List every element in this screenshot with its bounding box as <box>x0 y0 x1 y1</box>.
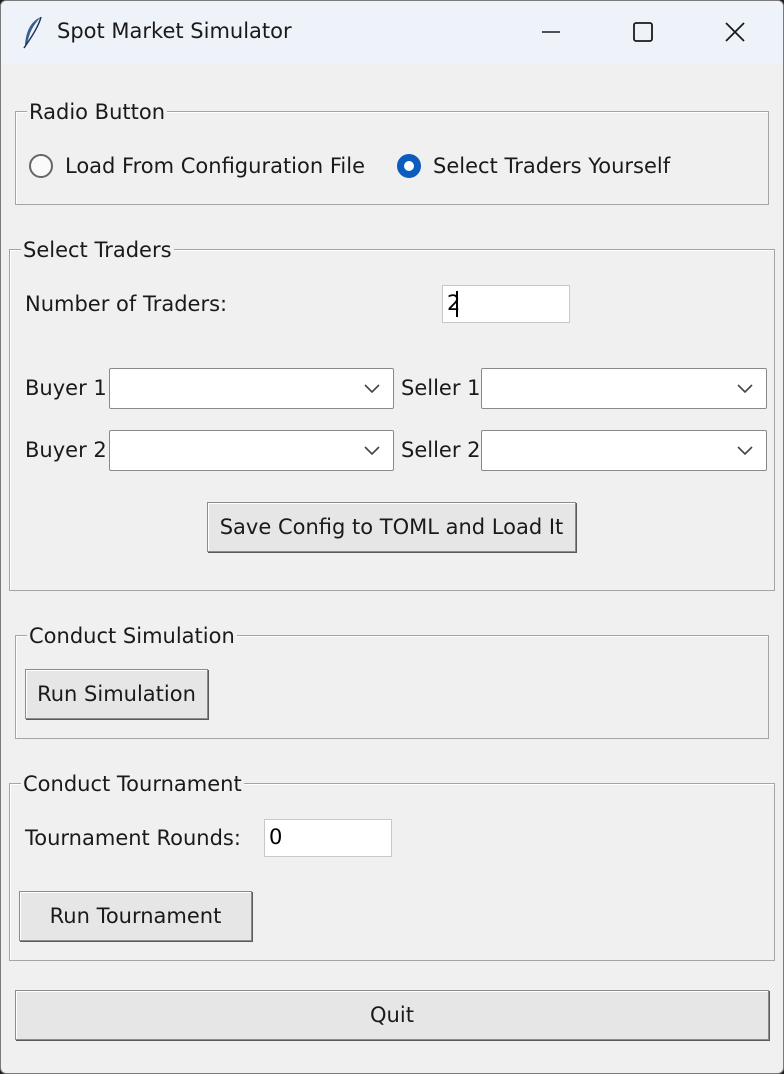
run-tournament-button[interactable]: Run Tournament <box>19 891 252 941</box>
maximize-icon <box>633 22 653 42</box>
close-icon <box>725 22 745 42</box>
radio-load-config-label[interactable]: Load From Configuration File <box>65 153 365 179</box>
feather-icon <box>23 16 42 49</box>
tournament-rounds-input[interactable]: 0 <box>264 819 392 857</box>
minimize-button[interactable] <box>505 1 597 63</box>
minimize-icon <box>542 31 560 33</box>
run-simulation-button[interactable]: Run Simulation <box>25 669 208 719</box>
chevron-down-icon <box>364 384 380 394</box>
seller-2-select[interactable] <box>481 430 767 471</box>
seller-1-select[interactable] <box>481 368 767 409</box>
buyer-2-label: Buyer 2 <box>25 438 107 462</box>
save-config-button[interactable]: Save Config to TOML and Load It <box>207 502 576 552</box>
text-cursor <box>456 291 458 317</box>
conduct-simulation-label: Conduct Simulation <box>27 623 237 649</box>
radio-group-label: Radio Button <box>27 99 168 125</box>
radio-select-traders[interactable] <box>397 154 421 178</box>
chevron-down-icon <box>737 384 753 394</box>
close-button[interactable] <box>689 1 781 63</box>
chevron-down-icon <box>364 446 380 456</box>
maximize-button[interactable] <box>597 1 689 63</box>
buyer-1-select[interactable] <box>109 368 394 409</box>
number-of-traders-label: Number of Traders: <box>25 292 228 316</box>
buyer-1-label: Buyer 1 <box>25 376 107 400</box>
tournament-rounds-value: 0 <box>269 825 283 849</box>
number-of-traders-value: 2 <box>447 291 461 315</box>
title-bar[interactable]: Spot Market Simulator <box>1 1 783 63</box>
radio-select-traders-label[interactable]: Select Traders Yourself <box>433 153 670 179</box>
tournament-rounds-label: Tournament Rounds: <box>25 826 241 850</box>
seller-1-label: Seller 1 <box>401 376 481 400</box>
radio-load-config[interactable] <box>29 154 53 178</box>
app-window: Spot Market Simulator Radio Button Load … <box>0 0 784 1074</box>
select-traders-label: Select Traders <box>21 237 174 263</box>
number-of-traders-input[interactable]: 2 <box>442 285 570 323</box>
chevron-down-icon <box>737 446 753 456</box>
seller-2-label: Seller 2 <box>401 438 481 462</box>
conduct-tournament-label: Conduct Tournament <box>21 771 244 797</box>
quit-button[interactable]: Quit <box>15 990 769 1040</box>
buyer-2-select[interactable] <box>109 430 394 471</box>
window-title: Spot Market Simulator <box>57 19 292 43</box>
